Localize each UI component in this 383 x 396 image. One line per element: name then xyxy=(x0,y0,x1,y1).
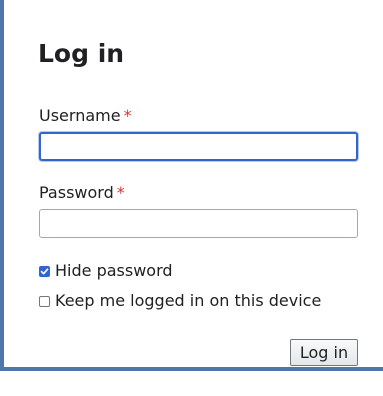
login-window: Log in Username * Password * Hide password… xyxy=(0,0,383,396)
page-background xyxy=(0,371,383,396)
hide-password-row[interactable]: Hide password xyxy=(39,260,173,282)
password-label: Password * xyxy=(39,182,125,204)
page-title: Log in xyxy=(38,39,125,68)
keep-logged-in-checkbox[interactable] xyxy=(39,295,50,307)
password-label-text: Password xyxy=(39,183,114,202)
keep-logged-in-label[interactable]: Keep me logged in on this device xyxy=(55,290,321,312)
hide-password-checkbox[interactable] xyxy=(39,265,50,277)
keep-logged-in-row[interactable]: Keep me logged in on this device xyxy=(39,290,321,312)
check-icon xyxy=(40,267,49,274)
username-label: Username * xyxy=(39,105,132,127)
username-required-marker: * xyxy=(123,106,132,125)
username-label-text: Username xyxy=(39,106,121,125)
hide-password-label[interactable]: Hide password xyxy=(55,260,173,282)
login-button[interactable]: Log in xyxy=(290,339,358,366)
password-input[interactable] xyxy=(39,209,358,238)
username-input[interactable] xyxy=(39,132,358,161)
panel-left-border xyxy=(0,0,4,371)
password-required-marker: * xyxy=(116,183,125,202)
